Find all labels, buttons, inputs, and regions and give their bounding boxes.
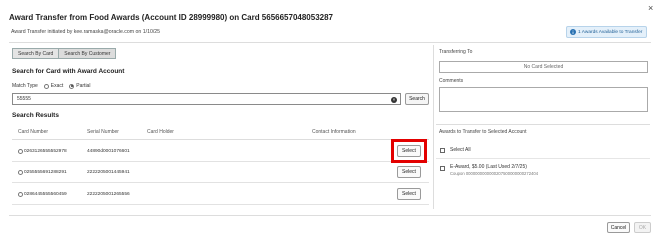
- serial-number-cell: 44890d0001076601: [87, 149, 130, 154]
- clear-icon[interactable]: ×: [391, 96, 397, 103]
- row-radio[interactable]: [18, 170, 23, 175]
- serial-number-cell: 2222205001445941: [87, 170, 130, 175]
- comments-textarea[interactable]: [439, 87, 648, 112]
- search-input[interactable]: 55555 ×: [12, 93, 401, 105]
- table-row[interactable]: 0263126555552978 44890d0001076601 Select: [12, 142, 429, 162]
- column-header-card-number: Card Number: [18, 129, 49, 135]
- search-input-value: 55555: [17, 96, 31, 102]
- card-number-cell: 0255555691288291: [24, 170, 67, 175]
- table-header-divider: [12, 139, 429, 140]
- awards-heading: Awards to Transfer to Selected Account: [439, 129, 527, 135]
- search-heading: Search for Card with Award Account: [12, 68, 125, 75]
- comments-label: Comments: [439, 78, 464, 84]
- select-button-highlight: [391, 139, 427, 163]
- match-exact-option[interactable]: Exact: [43, 83, 64, 89]
- tab-search-by-customer[interactable]: Search By Customer: [59, 48, 117, 59]
- divider: [436, 124, 650, 125]
- serial-number-cell: 2222205001265556: [87, 192, 130, 197]
- card-number-cell: 0286445555560459: [24, 192, 67, 197]
- award-item-text: E-Award, $5.00 (Last Used 2/7/25) Coupon…: [450, 164, 538, 176]
- match-partial-option[interactable]: Partial: [69, 83, 90, 89]
- tab-search-by-card[interactable]: Search By Card: [12, 48, 60, 59]
- radio-exact[interactable]: [43, 83, 49, 89]
- column-header-card-holder: Card Holder: [147, 129, 174, 135]
- results-heading: Search Results: [12, 112, 59, 119]
- radio-partial[interactable]: [69, 83, 75, 89]
- row-radio[interactable]: [18, 149, 23, 154]
- divider: [9, 42, 651, 43]
- table-row[interactable]: 0255555691288291 2222205001445941 Select: [12, 163, 429, 183]
- panel-divider: [433, 45, 434, 209]
- dialog-subtitle: Award Transfer initiated by kee.ramaska@…: [11, 29, 161, 35]
- dialog-title: Award Transfer from Food Awards (Account…: [9, 13, 333, 22]
- select-button[interactable]: Select: [397, 188, 421, 200]
- match-type-row: Match Type Exact Partial: [12, 83, 90, 89]
- match-type-label: Match Type: [12, 83, 38, 89]
- select-all-label: Select All: [450, 147, 471, 153]
- info-icon: i: [570, 29, 576, 35]
- awards-available-badge: i 1 Awards Available to Transfer: [566, 26, 648, 38]
- select-all-checkbox[interactable]: [440, 147, 445, 153]
- radio-exact-label: Exact: [50, 83, 64, 89]
- transfer-target-field: No Card Selected: [439, 61, 648, 73]
- select-all-row[interactable]: Select All: [440, 147, 471, 153]
- column-header-contact-information: Contact Information: [312, 129, 356, 135]
- ok-button[interactable]: OK: [634, 222, 651, 233]
- cancel-button[interactable]: Cancel: [607, 222, 630, 233]
- divider: [436, 158, 650, 159]
- awards-available-text: 1 Awards Available to Transfer: [578, 29, 643, 35]
- radio-partial-label: Partial: [76, 83, 91, 89]
- award-transfer-dialog: × Award Transfer from Food Awards (Accou…: [0, 0, 660, 243]
- award-item[interactable]: E-Award, $5.00 (Last Used 2/7/25) Coupon…: [440, 164, 538, 176]
- column-header-serial-number: Serial Number: [87, 129, 119, 135]
- search-tabs: Search By Card Search By Customer: [12, 48, 117, 59]
- select-button[interactable]: Select: [397, 166, 421, 178]
- award-coupon: Coupon 0000000000000207500000000272404: [450, 171, 539, 176]
- search-button[interactable]: Search: [405, 93, 429, 105]
- row-radio[interactable]: [18, 192, 23, 197]
- table-row[interactable]: 0286445555560459 2222205001265556 Select: [12, 185, 429, 205]
- close-icon[interactable]: ×: [648, 4, 653, 13]
- footer-divider: [9, 215, 651, 216]
- award-description: E-Award, $5.00 (Last Used 2/7/25): [450, 164, 527, 170]
- card-number-cell: 0263126555552978: [24, 149, 67, 154]
- award-checkbox[interactable]: [440, 166, 445, 171]
- transferring-to-label: Transferring To: [439, 49, 473, 55]
